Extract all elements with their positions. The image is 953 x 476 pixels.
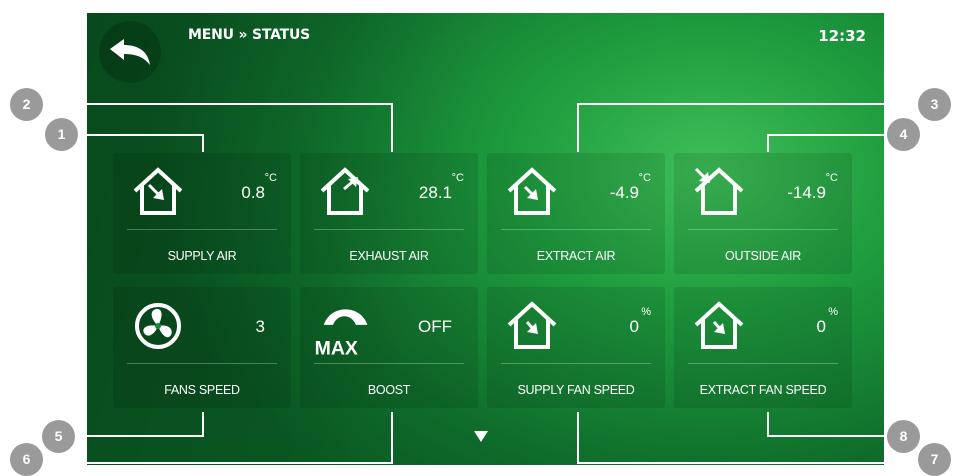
tile-value: 0 [816, 317, 826, 336]
tile-value: OFF [418, 317, 452, 336]
tile-label: EXTRACT AIR [536, 249, 616, 263]
tile-label: OUTSIDE AIR [725, 249, 801, 263]
tile-extract-fan-speed[interactable]: 0 % EXTRACT FAN SPEED [674, 287, 852, 408]
tile-label: EXTRACT FAN SPEED [699, 383, 827, 397]
tile-unit: °C [825, 172, 838, 184]
divider [314, 363, 464, 364]
boost-max-text: MAX [315, 338, 358, 357]
tile-label: FANS SPEED [164, 383, 240, 397]
divider [688, 363, 838, 364]
tile-boost[interactable]: MAX OFF BOOST [300, 287, 478, 408]
tile-fans-speed[interactable]: 3 FANS SPEED [113, 287, 291, 408]
breadcrumb: MENU » STATUS [188, 27, 311, 43]
tile-unit: °C [264, 172, 277, 184]
status-screen: MENU » STATUS 12:32 0.8 °C SUPPLY AIR 28… [87, 13, 884, 465]
tile-unit: % [641, 306, 651, 318]
tile-label: SUPPLY AIR [167, 249, 237, 263]
divider [501, 363, 651, 364]
callout-badge-3: 3 [918, 88, 951, 121]
callout-badge-4: 4 [887, 118, 920, 151]
back-button[interactable] [99, 21, 161, 83]
tile-value: 0.8 [241, 183, 265, 202]
tile-supply-fan-speed[interactable]: 0 % SUPPLY FAN SPEED [487, 287, 665, 408]
divider [314, 229, 464, 230]
house-arrow-in-icon [507, 301, 557, 349]
tile-value: -14.9 [787, 183, 826, 202]
back-arrow-icon [110, 39, 150, 65]
house-arrow-out-icon [320, 167, 370, 215]
tile-unit: °C [451, 172, 464, 184]
house-arrow-in-icon [694, 301, 744, 349]
tile-supply-air[interactable]: 0.8 °C SUPPLY AIR [113, 153, 291, 274]
house-arrow-outside-icon [694, 167, 744, 215]
clock: 12:32 [818, 27, 866, 45]
callout-badge-7: 7 [918, 443, 951, 476]
tile-label: EXHAUST AIR [349, 249, 429, 263]
tile-value: 28.1 [418, 183, 452, 202]
callout-badge-6: 6 [10, 443, 43, 476]
divider [501, 229, 651, 230]
callout-badge-8: 8 [887, 420, 920, 453]
tile-label: SUPPLY FAN SPEED [517, 383, 635, 397]
divider [127, 363, 277, 364]
tile-label: BOOST [367, 383, 411, 397]
callout-badge-2: 2 [10, 88, 43, 121]
callout-badge-5: 5 [42, 420, 75, 453]
boost-max-icon: MAX [315, 309, 368, 357]
tile-extract-air[interactable]: -4.9 °C EXTRACT AIR [487, 153, 665, 274]
house-arrow-in-icon [133, 167, 183, 215]
tile-outside-air[interactable]: -14.9 °C OUTSIDE AIR [674, 153, 852, 274]
scroll-down-icon[interactable] [474, 431, 488, 442]
tile-unit: % [828, 306, 838, 318]
tile-value: 0 [629, 317, 639, 336]
tile-value: 3 [255, 317, 265, 336]
tile-unit: °C [638, 172, 651, 184]
fan-icon [135, 303, 181, 349]
callout-badge-1: 1 [45, 118, 78, 151]
divider [127, 229, 277, 230]
tile-exhaust-air[interactable]: 28.1 °C EXHAUST AIR [300, 153, 478, 274]
tile-value: -4.9 [609, 183, 639, 202]
divider [688, 229, 838, 230]
house-arrow-in-icon [507, 167, 557, 215]
